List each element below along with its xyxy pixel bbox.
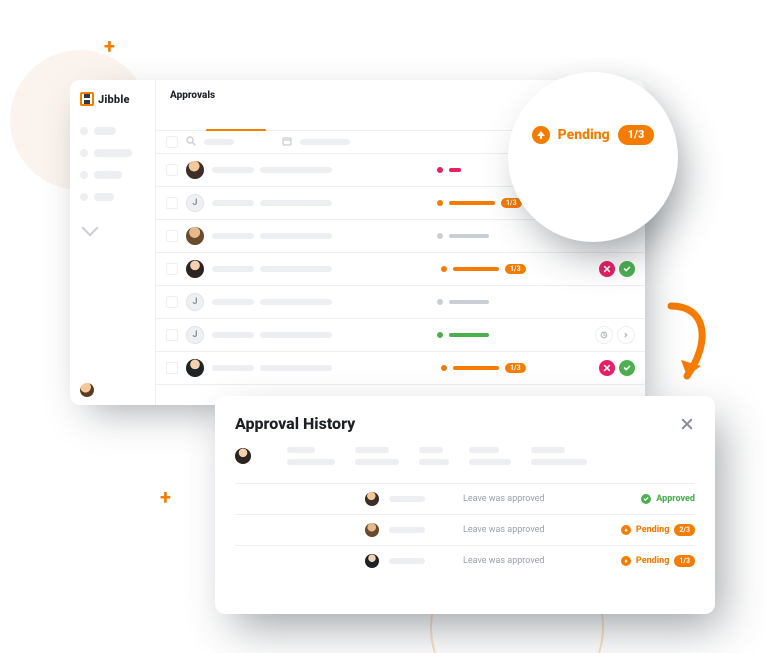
history-message: Leave was approved xyxy=(463,525,563,535)
name-placeholder xyxy=(389,496,425,502)
avatar xyxy=(365,523,379,537)
brand[interactable]: Jibble xyxy=(80,92,145,106)
sidebar-item[interactable] xyxy=(80,164,145,186)
active-tab-indicator xyxy=(206,129,266,131)
row-checkbox[interactable] xyxy=(166,296,178,308)
row-status: 1/3 xyxy=(441,363,591,373)
current-user-avatar[interactable] xyxy=(80,383,94,397)
date-placeholder xyxy=(300,139,350,145)
name-placeholder xyxy=(389,558,425,564)
status-label: Approved xyxy=(656,494,695,504)
reject-button[interactable] xyxy=(599,360,615,376)
avatar xyxy=(186,161,204,179)
avatar: J xyxy=(186,194,204,212)
approve-button[interactable] xyxy=(619,360,635,376)
row-checkbox[interactable] xyxy=(166,329,178,341)
arrow-up-icon xyxy=(621,525,631,535)
row-text-placeholder xyxy=(212,200,429,206)
close-icon[interactable] xyxy=(679,416,695,432)
history-row: Leave was approved Pending 1/3 xyxy=(235,545,695,576)
history-status: Pending 1/3 xyxy=(621,555,695,567)
history-button[interactable] xyxy=(595,326,613,344)
plus-decor: + xyxy=(160,485,171,509)
pending-callout: Pending 1/3 xyxy=(508,72,678,242)
approval-row[interactable]: 1/3 xyxy=(156,253,645,286)
status-label: Pending xyxy=(636,556,669,566)
status-count-badge: 1/3 xyxy=(505,363,526,373)
sidebar-item[interactable] xyxy=(80,120,145,142)
row-text-placeholder xyxy=(212,332,429,338)
approval-row[interactable]: J xyxy=(156,319,645,352)
avatar xyxy=(186,260,204,278)
arrow-up-icon xyxy=(621,556,631,566)
brand-name: Jibble xyxy=(98,93,130,106)
avatar xyxy=(235,448,251,464)
plus-decor: + xyxy=(104,34,115,58)
avatar: J xyxy=(186,326,204,344)
row-text-placeholder xyxy=(212,233,429,239)
approval-row[interactable]: 1/3 xyxy=(156,352,645,385)
history-status: Approved xyxy=(641,494,695,504)
approval-row[interactable]: J xyxy=(156,286,645,319)
row-status xyxy=(437,299,587,305)
row-checkbox[interactable] xyxy=(166,362,178,374)
status-count-badge: 1/3 xyxy=(674,555,695,567)
arrow-up-icon xyxy=(532,126,550,144)
sidebar-item[interactable] xyxy=(80,142,145,164)
row-text-placeholder xyxy=(212,365,433,371)
modal-title: Approval History xyxy=(235,414,355,433)
row-status: 1/3 xyxy=(441,264,591,274)
row-checkbox[interactable] xyxy=(166,263,178,275)
row-checkbox[interactable] xyxy=(166,230,178,242)
filter-placeholder xyxy=(204,139,234,145)
curve-arrow-decor xyxy=(665,302,713,380)
check-icon xyxy=(641,494,651,504)
history-row: Leave was approved Pending 2/3 xyxy=(235,514,695,545)
avatar xyxy=(186,359,204,377)
pending-label: Pending xyxy=(558,127,610,143)
history-message: Leave was approved xyxy=(463,556,563,566)
pending-count-badge: 1/3 xyxy=(618,125,655,145)
search-icon[interactable] xyxy=(186,136,196,149)
row-checkbox[interactable] xyxy=(166,164,178,176)
history-list: Leave was approvedApprovedLeave was appr… xyxy=(235,483,695,604)
row-status xyxy=(437,332,587,338)
sidebar-item[interactable] xyxy=(80,186,145,208)
avatar xyxy=(365,492,379,506)
avatar xyxy=(186,227,204,245)
status-label: Pending xyxy=(636,525,669,535)
row-text-placeholder xyxy=(212,299,429,305)
more-button[interactable] xyxy=(617,326,635,344)
avatar xyxy=(365,554,379,568)
calendar-icon[interactable] xyxy=(282,136,292,149)
row-text-placeholder xyxy=(212,167,429,173)
row-checkbox[interactable] xyxy=(166,197,178,209)
avatar: J xyxy=(186,293,204,311)
name-placeholder xyxy=(389,527,425,533)
status-count-badge: 2/3 xyxy=(674,524,695,536)
select-all-checkbox[interactable] xyxy=(166,136,178,148)
status-count-badge: 1/3 xyxy=(505,264,526,274)
history-row: Leave was approved Approved xyxy=(235,483,695,514)
row-text-placeholder xyxy=(212,266,433,272)
history-message: Leave was approved xyxy=(463,494,563,504)
approval-history-modal: Approval History Leave was approved Appro… xyxy=(215,396,715,614)
reject-button[interactable] xyxy=(599,261,615,277)
sidebar: Jibble xyxy=(70,80,156,405)
history-status: Pending 2/3 xyxy=(621,524,695,536)
brand-logo-icon xyxy=(80,92,94,106)
approve-button[interactable] xyxy=(619,261,635,277)
